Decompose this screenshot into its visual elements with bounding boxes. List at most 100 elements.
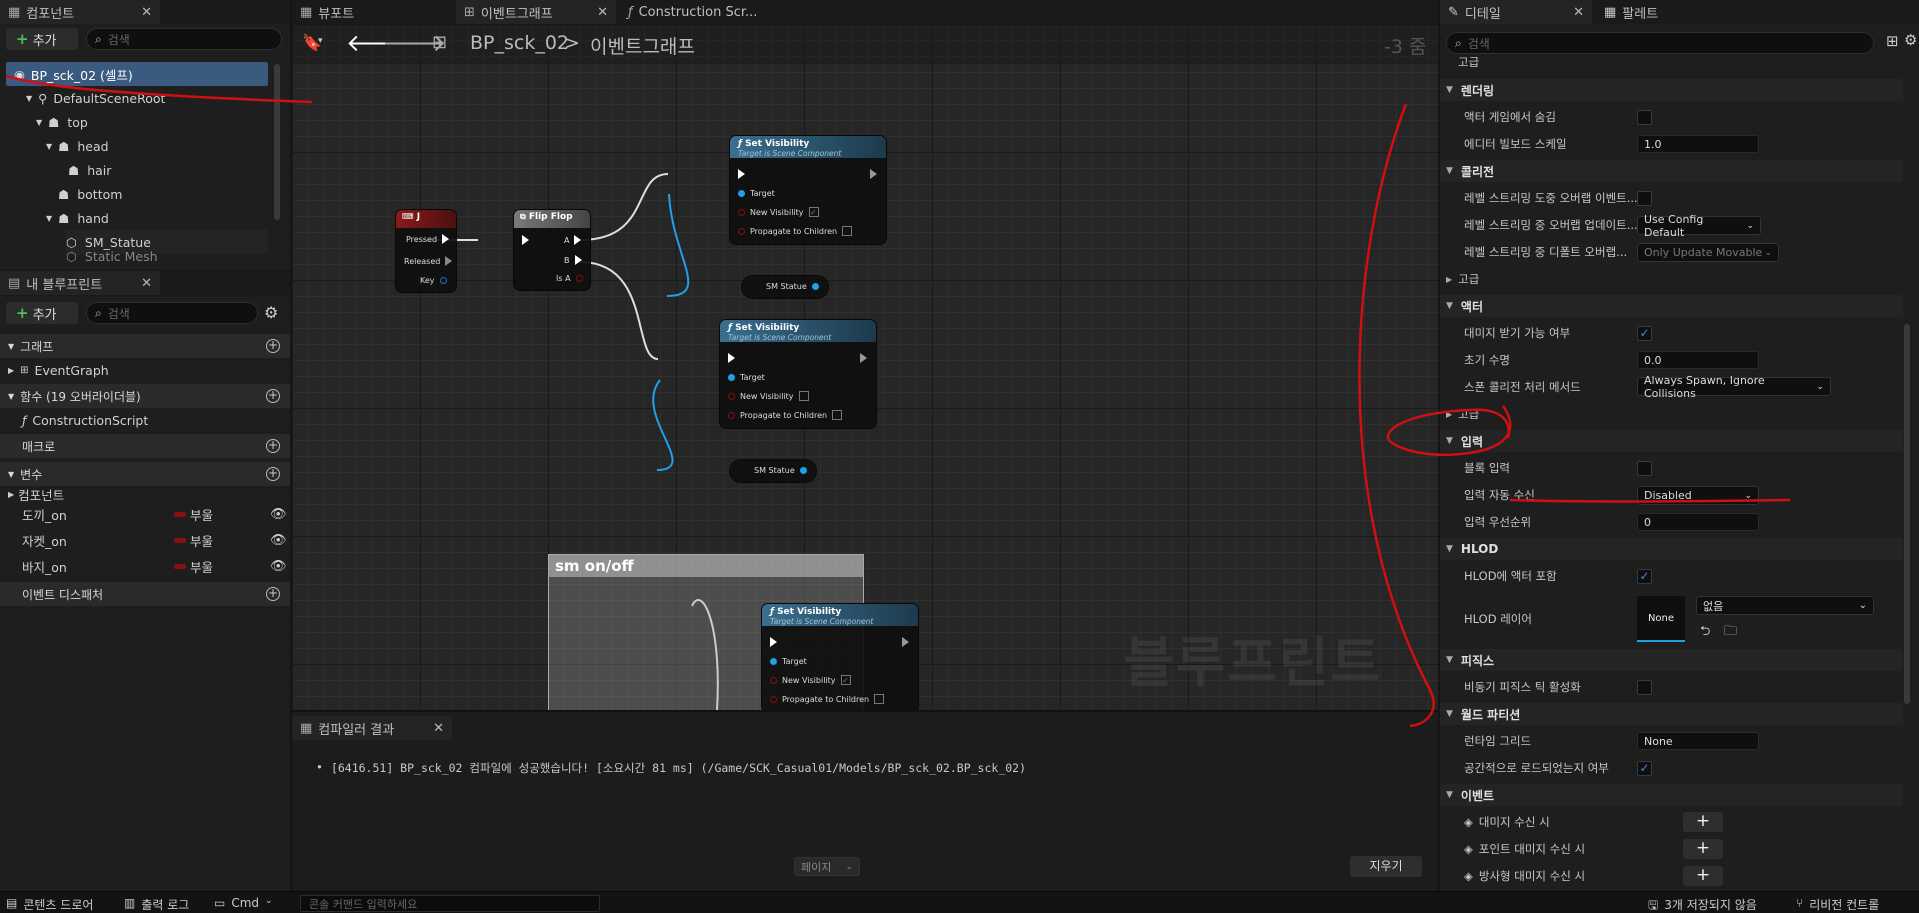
- section-hlod[interactable]: ▼ HLOD: [1440, 538, 1903, 560]
- variable-row[interactable]: 바지_on 부울 👁: [22, 554, 287, 578]
- variable-row[interactable]: 도끼_on 부울 👁: [22, 502, 287, 526]
- section-macros[interactable]: 매크로: [0, 434, 290, 458]
- add-on-damage-button[interactable]: +: [1683, 812, 1723, 832]
- pin-new-visibility[interactable]: New Visibility: [728, 391, 809, 401]
- list-item-eventgraph[interactable]: ▶ ⊞ EventGraph: [8, 358, 109, 382]
- input-priority-input[interactable]: 0: [1637, 513, 1759, 531]
- add-function-icon[interactable]: +: [266, 389, 280, 403]
- tree-item-head[interactable]: ▼ ☗ head: [46, 134, 109, 158]
- row-advanced-collision[interactable]: ▶ 고급: [1446, 268, 1903, 290]
- hide-in-game-checkbox[interactable]: [1637, 110, 1652, 125]
- overlap-streaming-checkbox[interactable]: [1637, 191, 1652, 206]
- tree-item-static-mesh[interactable]: ⬡ Static Mesh: [66, 250, 158, 262]
- pin-exec-out[interactable]: [902, 637, 909, 647]
- default-overlap-dropdown[interactable]: Only Update Movable ⌄: [1637, 243, 1779, 262]
- section-rendering[interactable]: ▼ 렌더링: [1440, 79, 1903, 101]
- key-event-node[interactable]: ⌨ J Pressed Released Key: [396, 210, 456, 292]
- overlap-update-dropdown[interactable]: Use Config Default ⌄: [1637, 213, 1761, 239]
- content-drawer-button[interactable]: ▤ 콘텐츠 드로어: [6, 896, 93, 913]
- add-blueprint-item-button[interactable]: + 추가: [6, 302, 78, 324]
- browse-icon[interactable]: 🗀: [1724, 622, 1737, 644]
- set-visibility-node[interactable]: ƒ Set Visibility Target is Scene Compone…: [720, 320, 876, 428]
- pin-exec-in[interactable]: [728, 353, 735, 363]
- initial-life-input[interactable]: 0.0: [1637, 351, 1759, 369]
- set-visibility-node[interactable]: ƒ Set Visibility Target is Scene Compone…: [730, 136, 886, 244]
- variable-row[interactable]: 자켓_on 부울 👁: [22, 528, 287, 552]
- pin-target[interactable]: Target: [738, 189, 775, 198]
- section-events[interactable]: ▼ 이벤트: [1440, 784, 1903, 806]
- checkbox-unchecked[interactable]: [874, 694, 885, 704]
- tab-details[interactable]: ✎ 디테일 ✕: [1440, 0, 1592, 24]
- block-input-checkbox[interactable]: [1637, 461, 1652, 476]
- tab-palette[interactable]: ▦ 팔레트: [1596, 0, 1716, 24]
- pin-is-a[interactable]: Is A: [556, 274, 583, 283]
- console-input[interactable]: 콘솔 커맨드 입력하세요: [300, 895, 600, 912]
- add-on-radial-damage-button[interactable]: +: [1683, 866, 1723, 886]
- pin-exec-out[interactable]: [860, 353, 867, 363]
- pin-propagate[interactable]: Propagate to Children: [770, 694, 885, 704]
- row-advanced-actor[interactable]: ▶ 고급: [1446, 403, 1903, 425]
- checkbox-checked[interactable]: ✓: [808, 207, 819, 217]
- sm-statue-ref-node[interactable]: SM Statue: [730, 460, 816, 482]
- pin-sm-statue[interactable]: SM Statue: [766, 282, 819, 291]
- pin-new-visibility[interactable]: New Visibility ✓: [738, 207, 819, 217]
- pin-target[interactable]: Target: [770, 657, 807, 666]
- section-collision[interactable]: ▼ 콜리전: [1440, 160, 1903, 182]
- close-icon[interactable]: ✕: [141, 5, 152, 20]
- add-macro-icon[interactable]: +: [266, 439, 280, 453]
- pin-released[interactable]: Released: [404, 256, 453, 266]
- blueprint-search-input[interactable]: ⌕ 검색: [86, 302, 258, 324]
- details-search-input[interactable]: ⌕ 검색: [1446, 32, 1874, 54]
- tree-item-hair[interactable]: ☗ hair: [68, 158, 111, 182]
- can-be-damaged-checkbox[interactable]: ✓: [1637, 326, 1652, 341]
- pin-key[interactable]: Key: [420, 276, 447, 285]
- table-view-icon[interactable]: ⊞: [1886, 32, 1899, 50]
- gear-icon[interactable]: ⚙: [264, 303, 278, 322]
- section-world-partition[interactable]: ▼ 월드 파티션: [1440, 703, 1903, 725]
- tree-item-defaultsceneroot[interactable]: ▼ ⚲ DefaultSceneRoot: [26, 86, 165, 110]
- pin-exec-in[interactable]: [738, 169, 745, 179]
- hlod-layer-thumbnail[interactable]: None: [1637, 596, 1685, 642]
- source-control-button[interactable]: ⑂ 리비전 컨트롤: [1796, 896, 1879, 913]
- section-input[interactable]: ▼ 입력: [1440, 430, 1903, 452]
- details-scrollbar[interactable]: [1904, 324, 1910, 704]
- tab-viewport[interactable]: ▦ 뷰포트: [292, 0, 452, 24]
- spatially-loaded-checkbox[interactable]: ✓: [1637, 761, 1652, 776]
- include-in-hlod-checkbox[interactable]: ✓: [1637, 569, 1652, 584]
- flipflop-node[interactable]: ⧉ Flip Flop A B Is A: [514, 210, 590, 290]
- auto-receive-input-dropdown[interactable]: Disabled ⌄: [1637, 486, 1759, 505]
- section-graph[interactable]: ▼ 그래프: [0, 334, 290, 358]
- pin-propagate[interactable]: Propagate to Children: [728, 410, 843, 420]
- section-physics[interactable]: ▼ 피직스: [1440, 649, 1903, 671]
- close-icon[interactable]: ✕: [1573, 5, 1584, 20]
- pin-pressed[interactable]: Pressed: [406, 234, 450, 244]
- sm-statue-ref-node[interactable]: SM Statue: [742, 276, 828, 298]
- tab-my-blueprint[interactable]: ▤ 내 블루프린트 ✕: [0, 271, 160, 295]
- pin-a[interactable]: A: [564, 235, 582, 245]
- section-variables[interactable]: ▼ 변수: [0, 462, 290, 486]
- components-scrollbar[interactable]: [274, 64, 280, 220]
- components-search-input[interactable]: ⌕ 검색: [86, 28, 282, 50]
- list-item-components[interactable]: ▶ 컴포넌트: [8, 486, 64, 503]
- close-icon[interactable]: ✕: [597, 5, 608, 20]
- section-event-dispatchers[interactable]: 이벤트 디스패처: [0, 582, 290, 606]
- section-functions[interactable]: ▼ 함수 (19 오버라이더블): [0, 384, 290, 408]
- set-visibility-node[interactable]: ƒ Set Visibility Target is Scene Compone…: [762, 604, 918, 710]
- tab-compiler-results[interactable]: ▦ 컴파일러 결과 ✕: [292, 716, 452, 740]
- checkbox-unchecked[interactable]: [798, 391, 809, 401]
- pin-propagate[interactable]: Propagate to Children: [738, 226, 853, 236]
- eye-icon[interactable]: 👁: [270, 507, 287, 522]
- advanced-row-partial[interactable]: 고급: [1448, 56, 1903, 68]
- tree-item-hand[interactable]: ▼ ☗ hand: [46, 206, 109, 230]
- checkbox-checked[interactable]: ✓: [840, 675, 851, 685]
- eye-icon[interactable]: 👁: [270, 559, 287, 574]
- editor-billboard-input[interactable]: 1.0: [1637, 135, 1759, 153]
- checkbox-unchecked[interactable]: [832, 410, 843, 420]
- eye-icon[interactable]: 👁: [270, 533, 287, 548]
- output-log-button[interactable]: ▥ 출력 로그: [124, 896, 189, 913]
- add-on-point-damage-button[interactable]: +: [1683, 839, 1723, 859]
- spawn-collision-dropdown[interactable]: Always Spawn, Ignore Collisions ⌄: [1637, 374, 1831, 400]
- runtime-grid-input[interactable]: None: [1637, 732, 1759, 750]
- graph-canvas[interactable]: 🔖 ▾ 🡐 🡒 ⊞ BP_sck_02 > 이벤트그래프 -3 줌 sm on/…: [292, 24, 1438, 710]
- gear-icon[interactable]: ⚙: [1904, 31, 1917, 49]
